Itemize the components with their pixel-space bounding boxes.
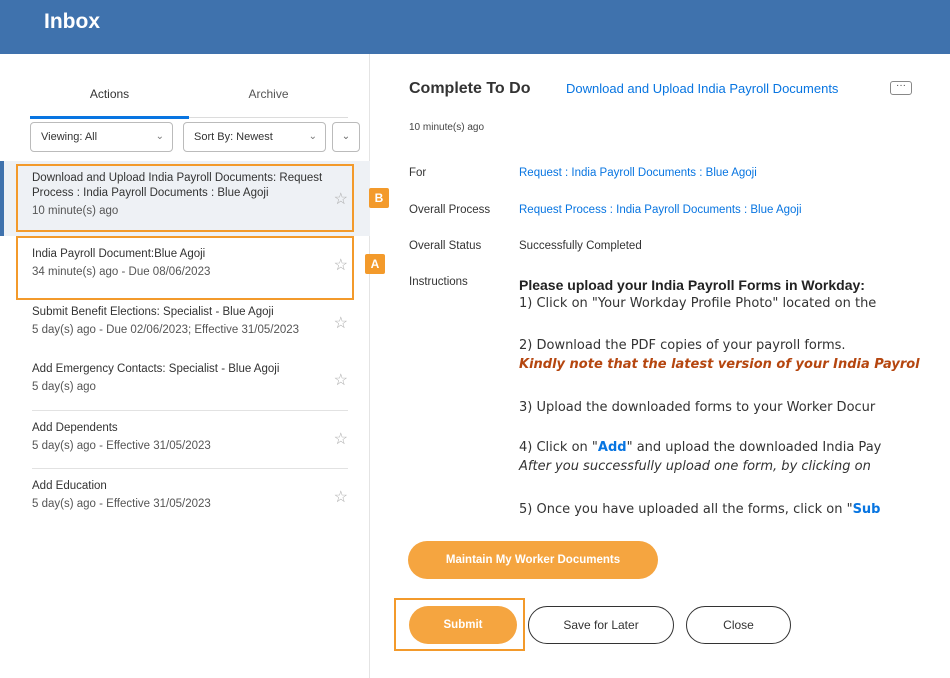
viewing-filter-dropdown[interactable]: Viewing: All ⌄ — [30, 122, 173, 152]
task-link[interactable]: Download and Upload India Payroll Docume… — [566, 81, 838, 96]
chevron-down-icon: ⌄ — [341, 131, 351, 142]
inbox-item-add-education[interactable]: Add Education 5 day(s) ago - Effective 3… — [32, 479, 350, 512]
inbox-item-add-dependents[interactable]: Add Dependents 5 day(s) ago - Effective … — [32, 421, 350, 454]
close-button[interactable]: Close — [686, 606, 791, 644]
list-divider — [32, 468, 348, 469]
chevron-down-icon: ⌄ — [308, 131, 317, 142]
star-icon[interactable]: ☆ — [334, 429, 348, 449]
step-4-add-keyword: Add — [597, 440, 627, 455]
field-label-status: Overall Status — [409, 240, 482, 252]
chevron-down-icon: ⌄ — [155, 131, 164, 142]
field-label-for: For — [409, 167, 427, 179]
inbox-item-subtitle: 5 day(s) ago — [32, 381, 96, 393]
tab-actions[interactable]: Actions — [30, 72, 189, 119]
inbox-item-add-emergency-contacts[interactable]: Add Emergency Contacts: Specialist - Blu… — [32, 362, 350, 395]
inbox-tabs: Actions Archive — [30, 72, 348, 119]
field-value-status: Successfully Completed — [519, 240, 642, 252]
inbox-item-title: Submit Benefit Elections: Specialist - B… — [32, 306, 274, 318]
step-5-submit-keyword: Sub — [852, 502, 881, 517]
sort-label: Sort By: Newest — [194, 131, 273, 143]
instruction-step-4: 4) Click on "Add" and upload the downloa… — [519, 440, 881, 455]
callout-box-a — [16, 236, 354, 300]
callout-box-submit — [394, 598, 525, 651]
inbox-list-panel: Actions Archive Viewing: All ⌄ Sort By: … — [0, 54, 370, 678]
star-icon[interactable]: ☆ — [334, 313, 348, 333]
task-detail-panel: Complete To Do Download and Upload India… — [371, 54, 950, 678]
field-value-for[interactable]: Request : India Payroll Documents : Blue… — [519, 167, 757, 179]
inbox-item-title: Add Emergency Contacts: Specialist - Blu… — [32, 363, 280, 375]
tab-archive[interactable]: Archive — [189, 72, 348, 118]
detail-title: Complete To Do — [409, 80, 531, 97]
instruction-step-3: 3) Upload the downloaded forms to your W… — [519, 400, 876, 415]
step-4-text: 4) Click on " — [519, 440, 598, 455]
instruction-step-2: 2) Download the PDF copies of your payro… — [519, 338, 846, 353]
inbox-item-title: Add Education — [32, 480, 107, 492]
instructions-heading: Please upload your India Payroll Forms i… — [519, 277, 865, 293]
page-title: Inbox — [44, 10, 100, 33]
instruction-step-5: 5) Once you have uploaded all the forms,… — [519, 502, 881, 517]
inbox-item-submit-benefit-elections[interactable]: Submit Benefit Elections: Specialist - B… — [32, 305, 350, 338]
star-icon[interactable]: ☆ — [334, 487, 348, 507]
field-label-process: Overall Process — [409, 204, 491, 216]
instruction-step-4-note: After you successfully upload one form, … — [519, 459, 871, 474]
field-label-instructions: Instructions — [409, 276, 468, 288]
top-header-bar: Inbox — [0, 0, 950, 54]
detail-timestamp: 10 minute(s) ago — [409, 122, 485, 133]
step-4-text-cont: " and upload the downloaded India Pay — [626, 440, 882, 455]
maintain-worker-documents-button[interactable]: Maintain My Worker Documents — [408, 541, 658, 579]
expand-collapse-button[interactable]: ⌄ — [332, 122, 360, 152]
callout-box-b — [16, 164, 354, 232]
instruction-step-1: 1) Click on "Your Workday Profile Photo"… — [519, 296, 877, 311]
sort-dropdown[interactable]: Sort By: Newest ⌄ — [183, 122, 326, 152]
list-divider — [32, 410, 348, 411]
viewing-filter-label: Viewing: All — [41, 131, 98, 143]
step-5-text: 5) Once you have uploaded all the forms,… — [519, 502, 853, 517]
inbox-item-title: Add Dependents — [32, 422, 118, 434]
inbox-item-subtitle: 5 day(s) ago - Effective 31/05/2023 — [32, 498, 211, 510]
save-for-later-button[interactable]: Save for Later — [528, 606, 674, 644]
star-icon[interactable]: ☆ — [334, 370, 348, 390]
inbox-item-subtitle: 5 day(s) ago - Due 02/06/2023; Effective… — [32, 324, 300, 336]
more-options-icon[interactable]: ··· — [890, 81, 912, 95]
inbox-item-subtitle: 5 day(s) ago - Effective 31/05/2023 — [32, 440, 211, 452]
instruction-step-2-note: Kindly note that the latest version of y… — [519, 357, 920, 372]
field-value-process[interactable]: Request Process : India Payroll Document… — [519, 204, 802, 216]
